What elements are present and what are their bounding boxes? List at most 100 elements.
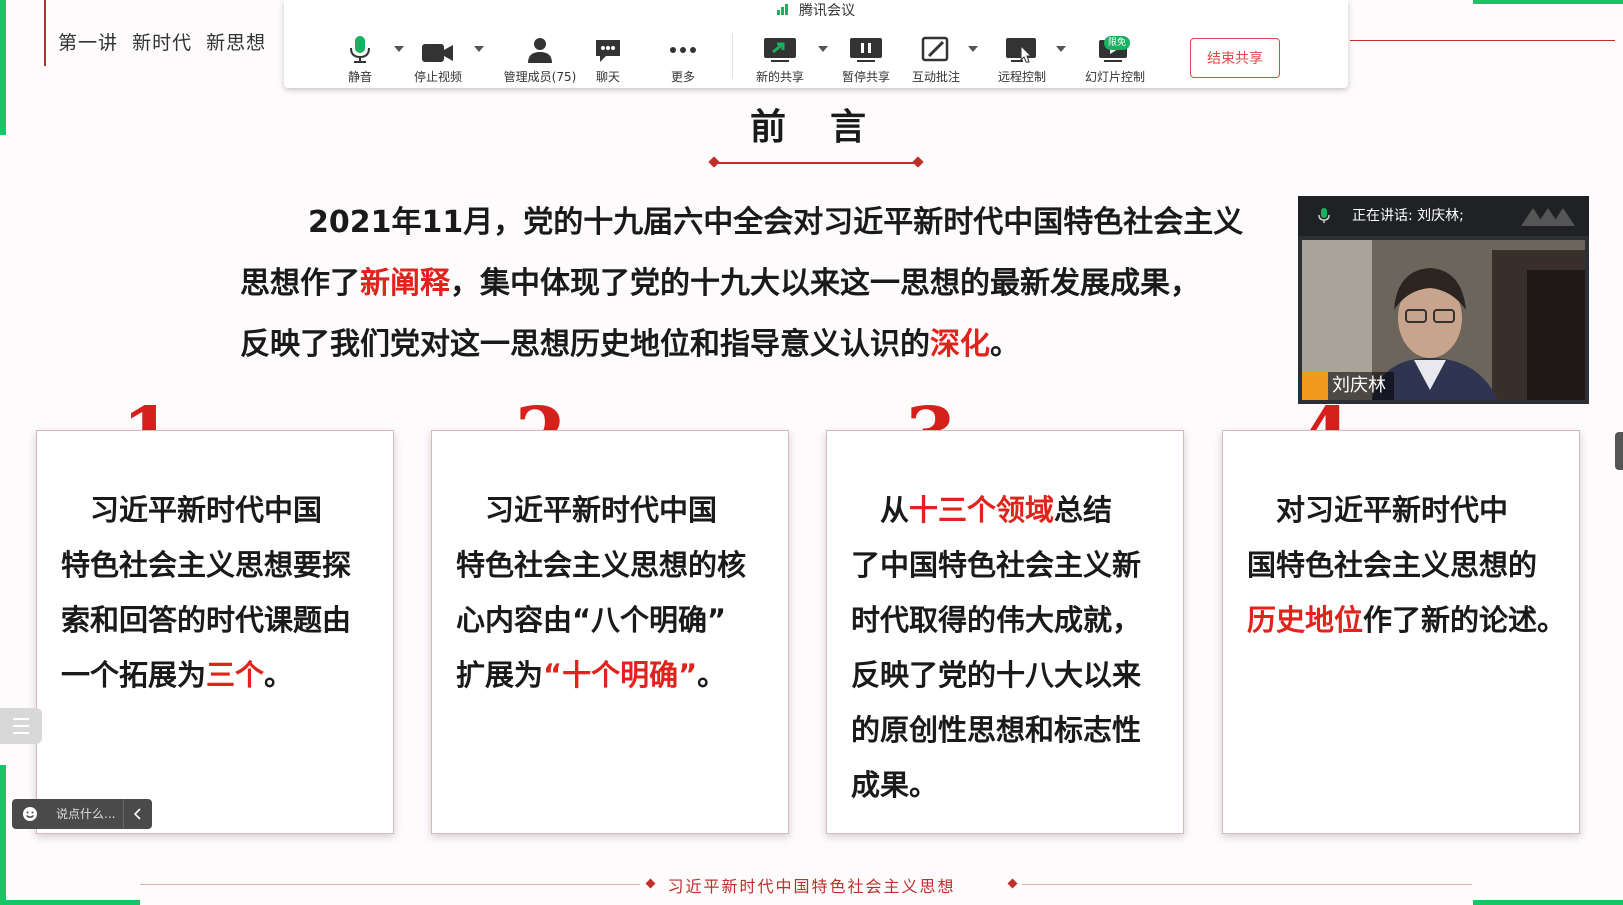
remote-control-button[interactable]: 远程控制 <box>982 36 1062 85</box>
signal-icon <box>777 3 789 19</box>
remote-control-icon <box>1006 38 1036 63</box>
speaker-header-text: 正在讲话: 刘庆林; <box>1352 208 1464 224</box>
body-text: 国特色社会主义思想的 <box>1247 548 1538 582</box>
highlight-text: 深化 <box>930 327 990 362</box>
body-text: 反映了我们党对这一思想历史地位和指导意义认识的 <box>240 327 930 362</box>
card-line: 时代取得的伟大成就， <box>851 593 1165 648</box>
list-icon <box>13 718 29 734</box>
title-divider <box>44 0 46 66</box>
annotate-options-caret[interactable] <box>968 46 978 54</box>
video-options-caret[interactable] <box>474 46 484 54</box>
highlight-text: 三个 <box>206 658 265 692</box>
body-text: 2021年11月，党的十九届六中全会对习近平新时代中国特色社会主义 <box>308 205 1244 240</box>
collapse-chat-button[interactable] <box>123 799 152 829</box>
stop-video-button[interactable]: 停止视频 <box>398 36 478 85</box>
card-line: 反映了党的十八大以来 <box>851 648 1165 703</box>
intro-line: 思想作了新阐释，集中体现了党的十九大以来这一思想的最新发展成果， <box>240 253 1300 314</box>
intro-line: 反映了我们党对这一思想历史地位和指导意义认识的深化。 <box>240 314 1300 375</box>
body-text: 反映了党的十八大以来 <box>851 658 1142 692</box>
card-line: 特色社会主义思想的核 <box>456 538 770 593</box>
card-line: 历史地位作了新的论述。 <box>1247 593 1566 648</box>
manage-members-label: 管理成员(75) <box>503 70 577 84</box>
body-text: 总结 <box>1054 493 1113 527</box>
microphone-icon <box>1318 208 1330 223</box>
free-badge: 限免 <box>1104 36 1131 50</box>
members-icon <box>528 38 552 63</box>
body-text: 特色社会主义思想的核 <box>456 548 747 582</box>
body-text: 索和回答的时代课题由 <box>61 603 352 637</box>
card-text: 从十三个领域总结了中国特色社会主义新 时代取得的伟大成就， 反映了党的十八大以来 的原… <box>851 483 1165 813</box>
card-line: 从十三个领域总结 <box>851 483 1165 538</box>
slide-footer: 习近平新时代中国特色社会主义思想 <box>667 877 956 896</box>
card-line: 对习近平新时代中 <box>1247 483 1561 538</box>
point-card-2: 习近平新时代中国 特色社会主义思想的核 心内容由“八个明确” 扩展为“十个明确”。 <box>431 430 789 834</box>
card-line: 一个拓展为三个。 <box>61 648 375 703</box>
camera-icon <box>422 44 453 62</box>
lecture-title: 第一讲 新时代 新思想 <box>58 32 267 54</box>
share-border-left <box>0 0 6 135</box>
body-text: 扩展为 <box>456 658 544 692</box>
body-text: 。 <box>990 327 1020 362</box>
card-line: 成果。 <box>851 758 1165 813</box>
body-text: 从 <box>851 493 910 527</box>
body-text: 作了新的论述。 <box>1363 603 1567 637</box>
app-title: 腾讯会议 <box>284 0 1348 20</box>
intro-line: 2021年11月，党的十九届六中全会对习近平新时代中国特色社会主义 <box>240 192 1300 253</box>
chat-label: 聊天 <box>595 70 620 84</box>
speaker-name: 刘庆林 <box>1332 375 1386 396</box>
new-share-button[interactable]: 新的共享 <box>740 36 820 85</box>
card-line: 扩展为“十个明确”。 <box>456 648 770 703</box>
share-screen-icon <box>764 38 796 62</box>
card-line: 特色社会主义思想要探 <box>61 538 375 593</box>
annotate-label: 互动批注 <box>911 70 960 84</box>
share-border-bottom <box>0 900 140 905</box>
mute-label: 静音 <box>347 70 372 84</box>
body-text: 习近平新时代中国 <box>61 493 323 527</box>
body-text: 。 <box>697 658 727 692</box>
point-card-3: 从十三个领域总结了中国特色社会主义新 时代取得的伟大成就， 反映了党的十八大以来 的原… <box>826 430 1184 834</box>
body-text: 了中国特色社会主义新 <box>851 548 1142 582</box>
pause-icon <box>850 38 882 62</box>
meeting-toolbar: 腾讯会议 静音 停止视频 管理成员(75) 聊天 更多 新的共享 暂停共享 互动… <box>284 0 1348 88</box>
highlight-text: “十个明确” <box>543 658 698 692</box>
mute-button[interactable]: 静音 <box>320 36 400 85</box>
card-line: 心内容由“八个明确” <box>456 593 770 648</box>
annotate-button[interactable]: 互动批注 <box>896 36 976 85</box>
remote-options-caret[interactable] <box>1056 46 1066 54</box>
body-text: 对习近平新时代中 <box>1247 493 1509 527</box>
pause-share-button[interactable]: 暂停共享 <box>826 36 906 85</box>
annotate-icon <box>921 36 949 62</box>
body-text: 思想作了 <box>240 266 360 301</box>
avatar-icon <box>1302 372 1328 400</box>
body-text: 的原创性思想和标志性 <box>851 713 1142 747</box>
slide-heading: 前言 <box>750 106 911 148</box>
toolbar-divider <box>732 34 733 78</box>
body-text: 一个拓展为 <box>61 658 207 692</box>
side-panel-handle[interactable] <box>1615 432 1623 470</box>
list-toggle-button[interactable] <box>0 708 42 744</box>
body-text: 时代取得的伟大成就， <box>851 603 1142 637</box>
body-text: 成果。 <box>851 768 939 802</box>
more-icon <box>670 47 696 53</box>
card-text: 习近平新时代中国 特色社会主义思想要探 索和回答的时代课题由 一个拓展为三个。 <box>61 483 375 703</box>
end-share-button[interactable]: 结束共享 <box>1190 38 1280 78</box>
speaker-video-panel[interactable]: 正在讲话: 刘庆林; 刘庆林 <box>1298 196 1589 404</box>
watermark-logo-icon <box>1521 208 1575 226</box>
app-title-text: 腾讯会议 <box>799 3 855 19</box>
share-border-top-right <box>1473 0 1623 4</box>
chat-placeholder[interactable]: 说点什么... <box>56 799 115 829</box>
chat-button[interactable]: 聊天 <box>568 36 648 85</box>
body-text: 习近平新时代中国 <box>456 493 718 527</box>
highlight-text: 历史地位 <box>1247 603 1364 637</box>
highlight-text: 十三个领域 <box>909 493 1055 527</box>
point-card-1: 习近平新时代中国 特色社会主义思想要探 索和回答的时代课题由 一个拓展为三个。 <box>36 430 394 834</box>
chevron-left-icon <box>133 808 141 820</box>
emoji-icon[interactable] <box>22 806 38 822</box>
body-text: 。 <box>264 658 294 692</box>
more-label: 更多 <box>670 70 695 84</box>
new-share-label: 新的共享 <box>755 70 804 84</box>
card-line: 习近平新时代中国 <box>456 483 770 538</box>
more-button[interactable]: 更多 <box>643 36 723 85</box>
chat-input-bar[interactable]: 说点什么... <box>12 799 152 829</box>
remote-control-label: 远程控制 <box>997 70 1046 84</box>
